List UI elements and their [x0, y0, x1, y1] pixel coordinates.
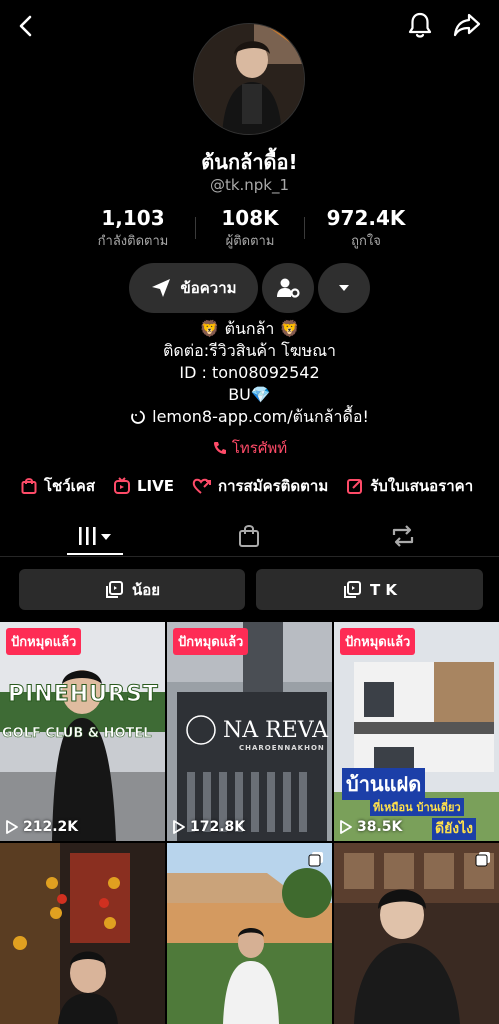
play-icon: [340, 820, 352, 834]
link-icon: [131, 410, 146, 424]
avatar-photo: [194, 24, 304, 134]
view-count-value: 38.5K: [357, 819, 403, 835]
phone-label: โทรศัพท์: [231, 439, 288, 457]
video-overlay-title: NA REVA: [223, 718, 329, 743]
tab-indicator: [67, 553, 123, 555]
video-thumbnail[interactable]: NA REVA CHAROENNAKHON ปักหมุดแล้ว 172.8K: [167, 622, 332, 841]
content-tabs: [0, 515, 499, 557]
tab-reposts[interactable]: [320, 515, 486, 557]
more-options-button[interactable]: [318, 263, 370, 313]
edit-note-icon: [347, 479, 363, 494]
playlist-filter-label: T K: [369, 580, 398, 599]
chevron-left-icon: [19, 15, 32, 37]
video-thumbnail[interactable]: บ้านแฝด ที่เหมือน บ้านเดี่ยว ดียังไง ปัก…: [334, 622, 499, 841]
video-overlay-subtitle: CHAROENNAKHON: [239, 744, 325, 752]
playlist-filter-label: น้อย: [131, 580, 161, 599]
send-icon: [152, 279, 171, 297]
play-icon: [173, 820, 185, 834]
video-cover: [334, 843, 499, 1024]
video-thumbnail[interactable]: PINEHURST GOLF CLUB & HOTEL ปักหมุดแล้ว …: [0, 622, 165, 841]
pinned-badge: ปักหมุดแล้ว: [340, 628, 416, 655]
bio-line: ติดต่อ:รีวิวสินค้า โฆษณา: [162, 341, 337, 360]
playlist-filter-button[interactable]: T K: [256, 569, 483, 610]
bio: 🦁 ต้นกล้า 🦁 ติดต่อ:รีวิวสินค้า โฆษณา ID …: [0, 318, 499, 428]
tab-shop[interactable]: [166, 515, 332, 557]
view-count: 212.2K: [6, 819, 78, 835]
shopping-bag-icon: [21, 478, 37, 494]
feature-label: การสมัครติดตาม: [217, 477, 329, 495]
back-button[interactable]: [10, 10, 42, 42]
bio-link[interactable]: lemon8-app.com/ต้นกล้าดื้อ!: [0, 406, 499, 428]
repost-icon: [392, 525, 414, 547]
feature-live[interactable]: LIVE: [113, 472, 174, 500]
caret-down-icon: [339, 285, 349, 291]
phone-button[interactable]: โทรศัพท์: [0, 436, 499, 460]
feature-subscription[interactable]: การสมัครติดตาม: [192, 472, 328, 500]
playlist-icon: [105, 580, 123, 598]
video-overlay-title: PINEHURST: [8, 682, 159, 708]
avatar[interactable]: [193, 23, 305, 135]
pinned-badge: ปักหมุดแล้ว: [6, 628, 82, 655]
phone-icon: [213, 442, 226, 454]
bio-line: 🦁 ต้นกล้า 🦁: [199, 319, 300, 338]
likes-stat[interactable]: 972.4K ถูกใจ: [296, 206, 436, 251]
bell-icon: [408, 12, 432, 38]
video-thumbnail[interactable]: [167, 843, 332, 1024]
playlist-icon: [343, 580, 361, 598]
message-button[interactable]: ข้อความ: [129, 263, 258, 313]
shopping-bag-icon: [239, 525, 259, 547]
view-count: 172.8K: [173, 819, 245, 835]
bio-link-text: lemon8-app.com/ต้นกล้าดื้อ!: [152, 407, 369, 426]
likes-label: ถูกใจ: [351, 234, 381, 249]
pinned-badge: ปักหมุดแล้ว: [173, 628, 249, 655]
view-count-value: 212.2K: [23, 819, 79, 835]
feature-label: โชว์เคส: [44, 477, 95, 495]
tv-icon: [113, 477, 130, 494]
username: @tk.npk_1: [209, 176, 290, 194]
video-cover: [0, 843, 165, 1024]
view-count-value: 172.8K: [190, 819, 246, 835]
feature-showcase[interactable]: โชว์เคส: [20, 472, 95, 500]
tab-videos[interactable]: [12, 515, 178, 557]
view-count: 38.5K: [340, 819, 402, 835]
friend-settings-button[interactable]: [262, 263, 314, 313]
multi-photo-icon: [475, 852, 490, 867]
feature-quote[interactable]: รับใบเสนอราคา: [346, 472, 473, 500]
bio-line: BU💎: [228, 385, 271, 404]
video-overlay-title: บ้านแฝด: [342, 768, 426, 800]
share-button[interactable]: [450, 9, 484, 41]
video-thumbnail[interactable]: [334, 843, 499, 1024]
play-icon: [6, 820, 18, 834]
message-button-label: ข้อความ: [180, 279, 237, 297]
feature-label: LIVE: [136, 477, 174, 495]
video-overlay-subtitle: ที่เหมือน บ้านเดี่ยว: [370, 798, 464, 816]
bio-line: ID : ton08092542: [179, 363, 320, 382]
video-cover: [167, 843, 332, 1024]
playlist-filter-button[interactable]: น้อย: [19, 569, 245, 610]
video-overlay-tag: ดียังไง: [432, 818, 477, 840]
notification-button[interactable]: [404, 9, 436, 41]
share-arrow-icon: [453, 13, 481, 37]
feature-label: รับใบเสนอราคา: [370, 477, 474, 495]
multi-photo-icon: [308, 852, 323, 867]
feature-row: โชว์เคส LIVE การสมัครติดตาม รับใบเสนอราค…: [0, 472, 499, 500]
heart-arrow-icon: [192, 478, 211, 494]
display-name: ต้นกล้าดื้อ!: [201, 150, 298, 174]
video-thumbnail[interactable]: [0, 843, 165, 1024]
video-overlay-subtitle: GOLF CLUB & HOTEL: [2, 726, 152, 742]
person-gear-icon: [277, 278, 300, 298]
grid-icon: [79, 527, 111, 545]
likes-count: 972.4K: [326, 206, 406, 230]
